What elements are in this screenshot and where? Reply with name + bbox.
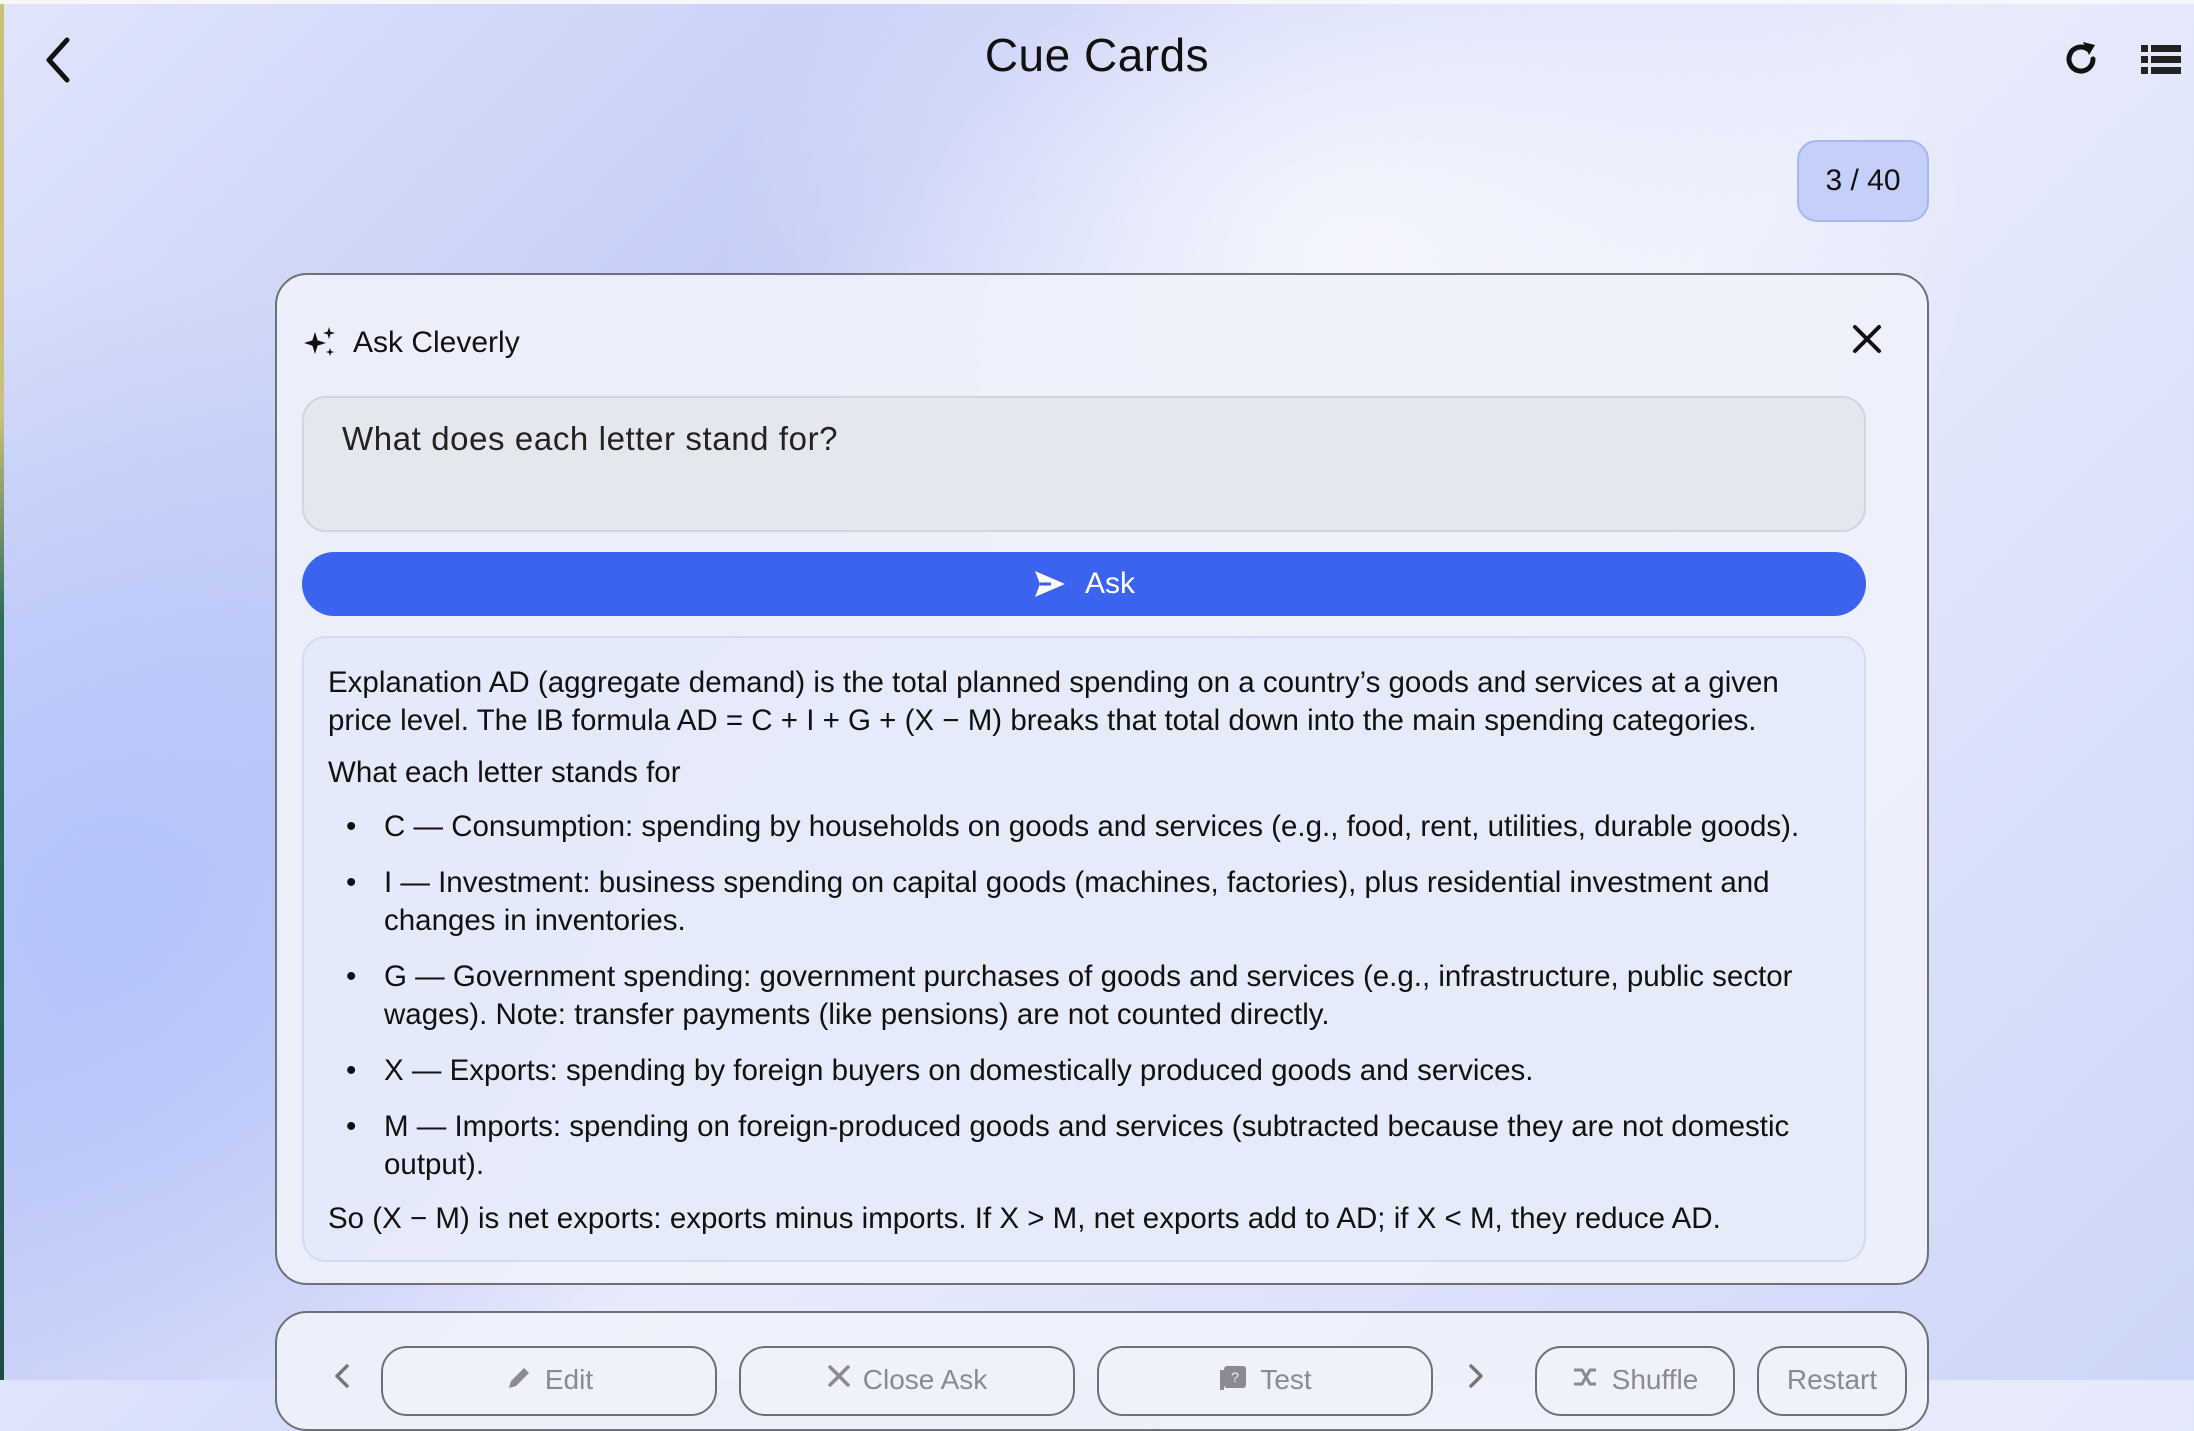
close-ask-button-label: Close Ask xyxy=(862,1364,988,1395)
quiz-icon: ? xyxy=(1220,1366,1247,1390)
edit-button[interactable]: Edit xyxy=(381,1346,717,1416)
list-item: M — Imports: spending on foreign-produce… xyxy=(328,1108,1840,1184)
card-toolbar: Edit Close Ask ? Test Shuffle Restart xyxy=(275,1311,1929,1431)
header: Cue Cards xyxy=(0,0,2194,120)
test-button-label: Test xyxy=(1260,1364,1312,1395)
shuffle-button-label: Shuffle xyxy=(1611,1364,1699,1395)
restart-button[interactable]: Restart xyxy=(1757,1346,1907,1416)
answer-box: Explanation AD (aggregate demand) is the… xyxy=(302,636,1866,1262)
list-view-button[interactable] xyxy=(2138,38,2184,82)
restart-button-label: Restart xyxy=(1786,1364,1878,1395)
shuffle-button[interactable]: Shuffle xyxy=(1535,1346,1735,1416)
shuffle-icon xyxy=(1573,1368,1596,1386)
chevron-left-icon xyxy=(335,1364,349,1388)
card-counter-badge: 3 / 40 xyxy=(1797,140,1929,222)
close-ask-button[interactable]: Close Ask xyxy=(739,1346,1075,1416)
window-edge xyxy=(0,0,4,1380)
send-icon xyxy=(1034,571,1065,597)
svg-text:?: ? xyxy=(1231,1369,1239,1385)
answer-intro: Explanation AD (aggregate demand) is the… xyxy=(328,666,1779,737)
refresh-button[interactable] xyxy=(2056,34,2106,84)
refresh-icon xyxy=(2066,42,2096,74)
answer-conclusion: So (X − M) is net exports: exports minus… xyxy=(328,1202,1721,1235)
list-item: X — Exports: spending by foreign buyers … xyxy=(328,1052,1840,1090)
list-item: G — Government spending: government purc… xyxy=(328,958,1840,1034)
next-card-button[interactable] xyxy=(1461,1363,1491,1403)
close-icon xyxy=(828,1365,850,1387)
chevron-right-icon xyxy=(1469,1364,1483,1388)
test-button[interactable]: ? Test xyxy=(1097,1346,1433,1416)
page-title: Cue Cards xyxy=(984,29,1210,81)
ask-button-label: Ask xyxy=(1084,567,1135,600)
answer-subheading: What each letter stands for xyxy=(328,756,681,789)
previous-card-button[interactable] xyxy=(327,1363,357,1403)
panel-title: Ask Cleverly xyxy=(353,326,520,359)
ask-button[interactable]: Ask xyxy=(302,552,1866,616)
pencil-icon xyxy=(508,1368,529,1388)
ask-cleverly-panel: Ask Cleverly What does each letter stand… xyxy=(275,273,1929,1285)
panel-header: Ask Cleverly xyxy=(303,321,520,365)
answer-list: C — Consumption: spending by households … xyxy=(328,808,1840,1184)
close-icon xyxy=(1853,325,1881,353)
list-item: I — Investment: business spending on cap… xyxy=(328,864,1840,940)
edit-button-label: Edit xyxy=(544,1364,594,1395)
list-icon xyxy=(2141,45,2181,74)
list-item: C — Consumption: spending by households … xyxy=(328,808,1840,846)
sparkle-icon xyxy=(304,327,335,356)
close-panel-button[interactable] xyxy=(1845,317,1889,361)
question-input[interactable]: What does each letter stand for? xyxy=(302,396,1866,532)
